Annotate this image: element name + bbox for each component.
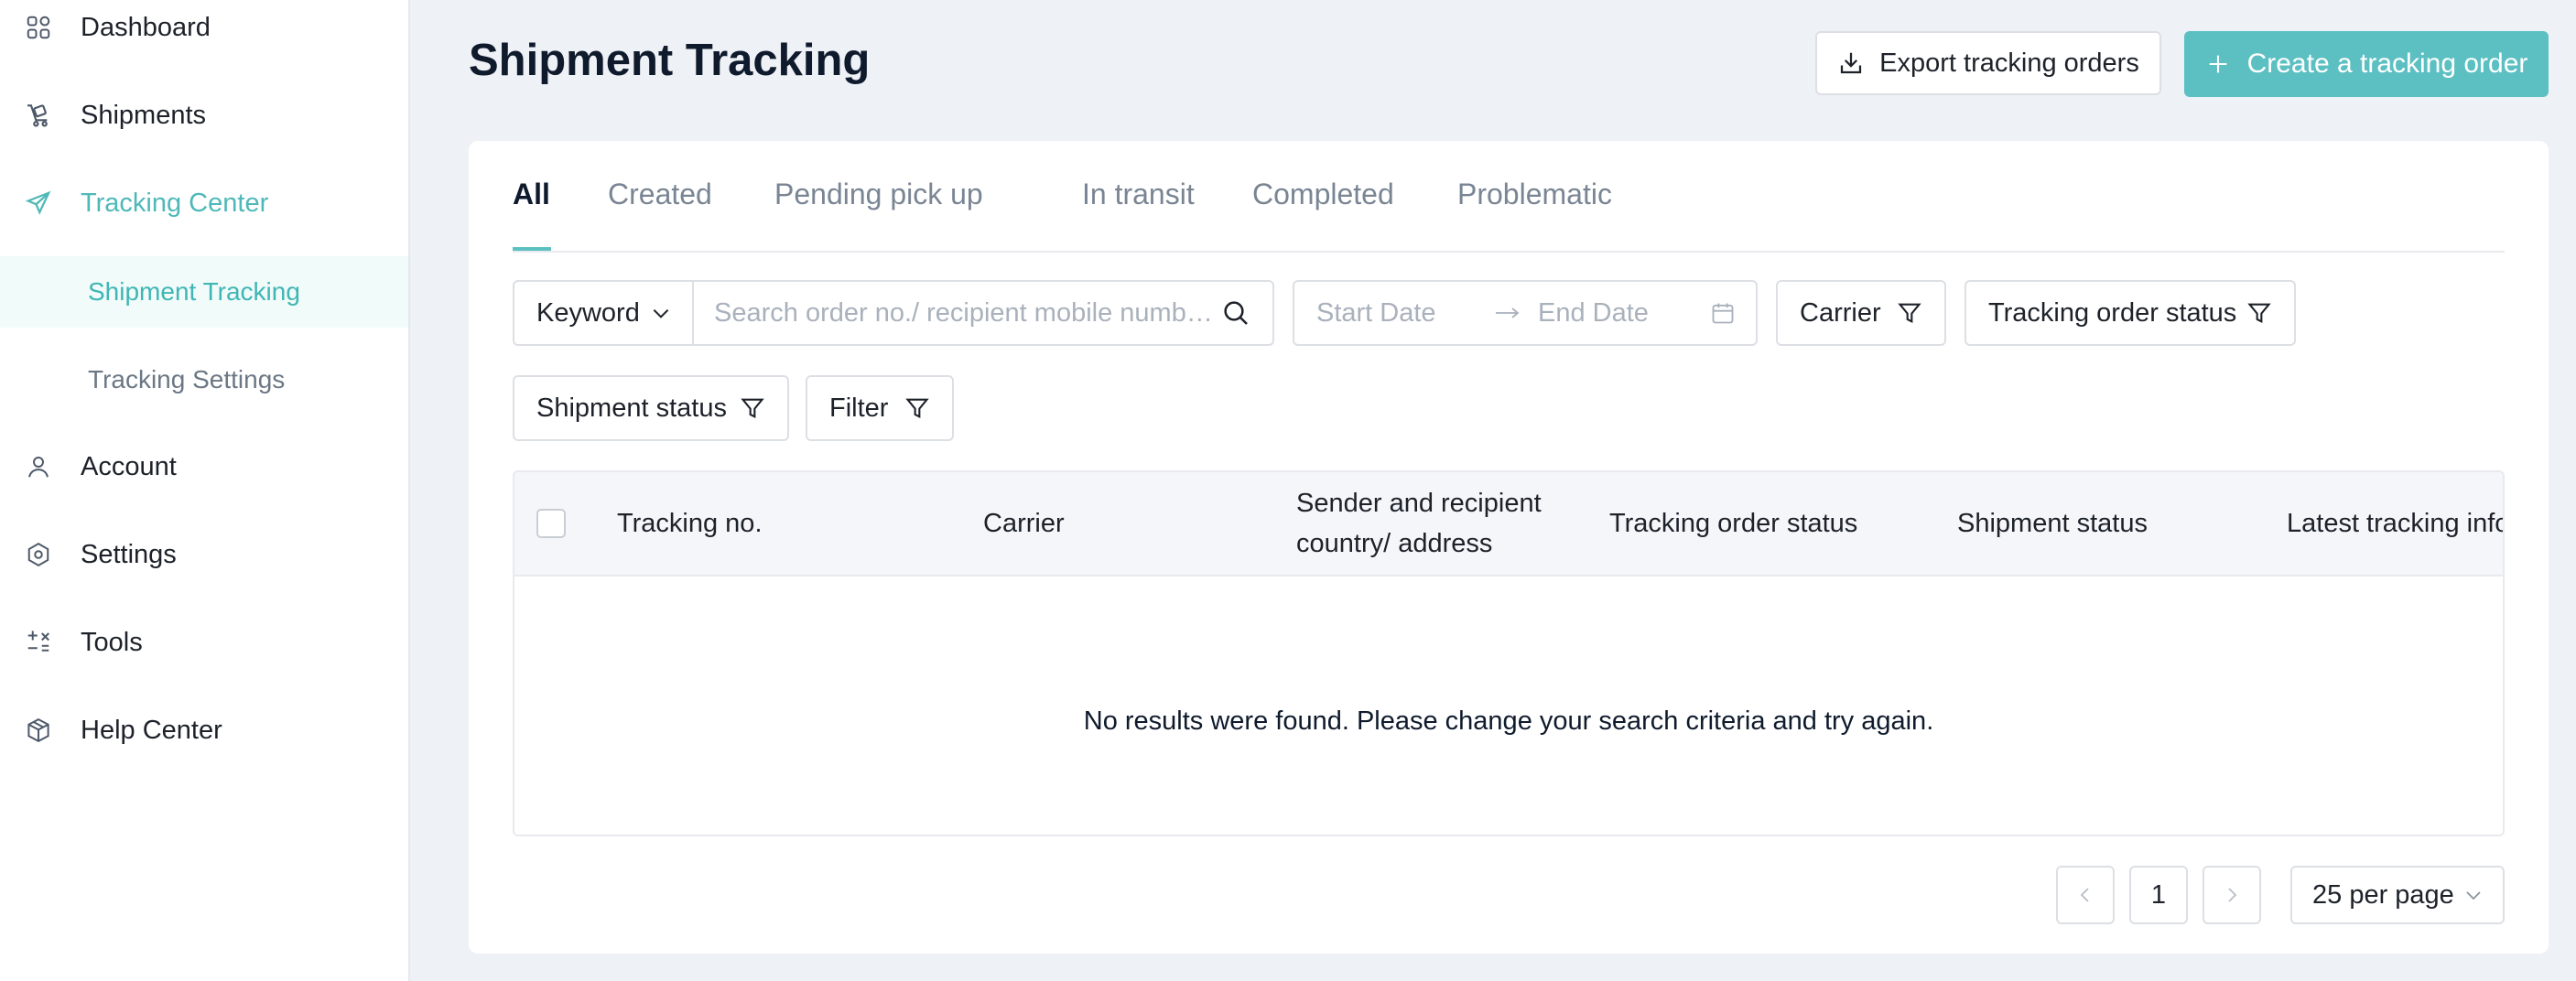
next-page-button[interactable] [2203,866,2261,924]
sidebar-item-label: Account [81,451,177,481]
sidebar-item-label: Dashboard [81,12,211,42]
send-icon [22,187,55,220]
sidebar-item-help-center[interactable]: Help Center [0,694,408,767]
settings-icon [22,538,55,571]
tracking-order-status-label: Tracking order status [1988,297,2237,328]
tab-all[interactable]: All [513,178,550,211]
page-title: Shipment Tracking [469,36,871,85]
more-filters-button[interactable]: Filter [806,375,954,441]
tab-problematic[interactable]: Problematic [1457,178,1612,211]
column-sender-recipient: Sender and recipient country/ address [1296,489,1542,558]
sidebar-item-label: Shipments [81,100,207,130]
tracking-order-status-filter[interactable]: Tracking order status [1964,280,2296,346]
sidebar-item-settings[interactable]: Settings [0,518,408,591]
keyword-select-label: Keyword [536,297,640,328]
shipment-status-filter[interactable]: Shipment status [513,375,789,441]
tab-created[interactable]: Created [608,178,712,211]
sidebar: Dashboard Shipments Tracking Center Ship… [0,0,410,981]
shipment-status-label: Shipment status [536,393,727,423]
export-tracking-orders-button[interactable]: Export tracking orders [1815,31,2161,95]
carrier-filter[interactable]: Carrier [1776,280,1946,346]
tab-in-transit[interactable]: In transit [1082,178,1195,211]
filter-icon [740,395,765,421]
search-input[interactable]: Search order no./ recipient mobile numb… [692,280,1274,346]
end-date-input[interactable]: End Date [1538,298,1649,329]
dashboard-icon [22,11,55,44]
tracking-table: Tracking no. Carrier Sender and recipien… [513,470,2505,836]
active-tab-indicator [513,247,551,251]
sidebar-subitem-shipment-tracking[interactable]: Shipment Tracking [0,256,408,328]
filter-icon [1897,300,1922,326]
search-icon[interactable] [1221,298,1250,328]
sidebar-item-label: Help Center [81,715,222,745]
sidebar-item-tools[interactable]: Tools [0,606,408,679]
empty-state-message: No results were found. Please change you… [1083,706,1934,736]
chevron-down-icon [649,301,673,325]
export-button-label: Export tracking orders [1879,48,2139,78]
column-latest-tracking-info: Latest tracking info [2287,509,2505,538]
tab-completed[interactable]: Completed [1252,178,1394,211]
prev-page-button[interactable] [2056,866,2115,924]
shipments-icon [22,99,55,132]
download-icon [1837,49,1865,77]
plus-icon [2205,51,2231,77]
chevron-down-icon [2462,884,2484,906]
date-range-picker[interactable]: Start Date End Date [1293,280,1758,346]
search-placeholder: Search order no./ recipient mobile numb… [714,297,1213,328]
sidebar-item-label: Settings [81,539,177,569]
sidebar-item-label: Tracking Center [81,188,269,218]
tracking-card: All Created Pending pick up In transit C… [469,141,2549,954]
sidebar-item-shipments[interactable]: Shipments [0,79,408,152]
sidebar-subitem-tracking-settings[interactable]: Tracking Settings [0,344,408,415]
calendar-icon [1710,300,1736,326]
create-tracking-order-button[interactable]: Create a tracking order [2184,31,2549,97]
sidebar-item-tracking-center[interactable]: Tracking Center [0,167,408,240]
select-all-checkbox[interactable] [536,509,566,538]
keyword-select[interactable]: Keyword [513,280,694,346]
column-tracking-order-status: Tracking order status [1609,509,1858,538]
filter-icon [2246,300,2272,326]
filter-icon [904,395,930,421]
filter-button-label: Filter [829,393,889,423]
column-shipment-status: Shipment status [1957,509,2148,538]
sidebar-item-account[interactable]: Account [0,430,408,503]
tab-pending-pick-up[interactable]: Pending pick up [774,178,983,211]
sidebar-item-label: Tools [81,627,143,657]
chevron-left-icon [2074,884,2096,906]
create-button-label: Create a tracking order [2246,49,2528,79]
table-header: Tracking no. Carrier Sender and recipien… [514,472,2503,577]
start-date-input[interactable]: Start Date [1316,298,1436,329]
tools-icon [22,626,55,659]
arrow-right-icon [1494,302,1521,324]
chevron-right-icon [2221,884,2243,906]
column-tracking-no: Tracking no. [617,509,763,538]
sidebar-subitem-label: Tracking Settings [88,365,286,393]
column-carrier: Carrier [983,509,1065,538]
status-tabs: All Created Pending pick up In transit C… [513,141,2505,253]
page-number-button[interactable]: 1 [2129,866,2188,924]
user-icon [22,450,55,483]
carrier-filter-label: Carrier [1800,297,1881,328]
sidebar-subitem-label: Shipment Tracking [88,277,300,306]
per-page-label: 25 per page [2312,879,2454,910]
package-icon [22,714,55,747]
per-page-select[interactable]: 25 per page [2290,866,2505,924]
sidebar-item-dashboard[interactable]: Dashboard [0,0,408,64]
